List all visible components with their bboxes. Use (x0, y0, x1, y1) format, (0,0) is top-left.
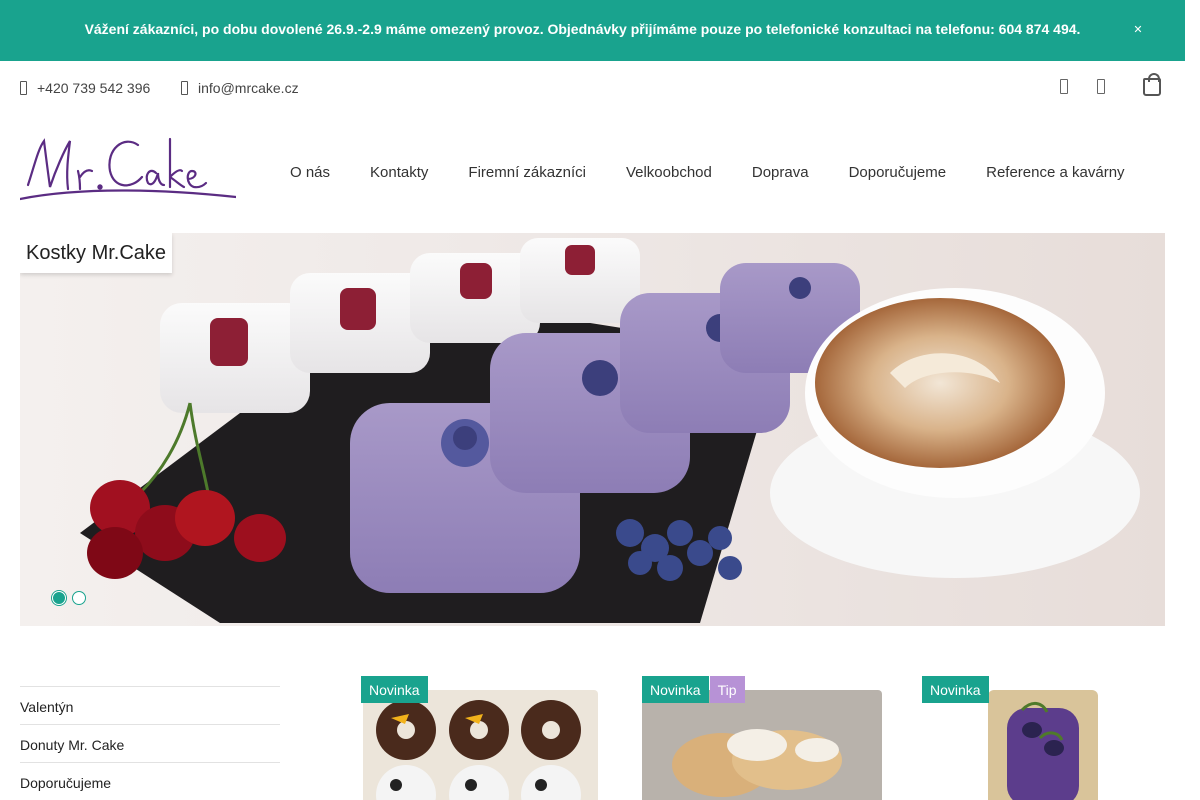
slider-dot-1[interactable] (52, 591, 66, 605)
badge-tip: Tip (709, 676, 745, 703)
slider-dots (52, 591, 86, 605)
email-address[interactable]: info@mrcake.cz (198, 80, 299, 96)
notice-bar: Vážení zákazníci, po dobu dovolené 26.9.… (0, 0, 1185, 61)
nav-item-kontakty[interactable]: Kontakty (370, 164, 428, 181)
slider-dot-2[interactable] (72, 591, 86, 605)
main-nav: O nás Kontakty Firemní zákazníci Velkoob… (290, 164, 1125, 181)
phone-icon (20, 81, 27, 95)
product-card[interactable]: Novinka Tip (642, 676, 887, 800)
product-card[interactable]: Novinka (922, 676, 1167, 800)
email-contact[interactable]: info@mrcake.cz (181, 80, 299, 96)
product-image[interactable] (361, 690, 606, 800)
product-badges: Novinka (361, 676, 428, 703)
badge-new: Novinka (642, 676, 709, 703)
phone-contact[interactable]: +420 739 542 396 (20, 80, 150, 96)
sidebar-item-doporucujeme[interactable]: Doporučujeme (20, 762, 280, 800)
header: O nás Kontakty Firemní zákazníci Velkoob… (0, 113, 1185, 233)
notice-text: Vážení zákazníci, po dobu dovolené 26.9.… (84, 21, 1081, 37)
badge-new: Novinka (922, 676, 989, 703)
logo[interactable] (20, 127, 236, 207)
hero-image (80, 238, 1140, 623)
nav-item-velkoobchod[interactable]: Velkoobchod (626, 164, 712, 181)
top-icons (1031, 73, 1161, 96)
nav-item-reference[interactable]: Reference a kavárny (986, 164, 1124, 181)
nav-item-doprava[interactable]: Doprava (752, 164, 809, 181)
phone-number[interactable]: +420 739 542 396 (37, 80, 150, 96)
hero-slider[interactable]: Kostky Mr.Cake (20, 233, 1165, 626)
cart-icon[interactable] (1143, 73, 1161, 96)
mail-icon (181, 81, 188, 95)
nav-item-doporucujeme[interactable]: Doporučujeme (849, 164, 947, 181)
user-icon[interactable] (1060, 78, 1068, 94)
product-badges: Novinka (922, 676, 989, 703)
sidebar-item-donuty[interactable]: Donuty Mr. Cake (20, 724, 280, 762)
close-icon[interactable]: ✕ (1131, 22, 1145, 38)
product-badges: Novinka Tip (642, 676, 745, 703)
category-sidebar: Valentýn Donuty Mr. Cake Doporučujeme (20, 686, 280, 800)
hero-title[interactable]: Kostky Mr.Cake (20, 233, 173, 273)
product-image[interactable] (642, 690, 887, 800)
search-icon[interactable] (1097, 78, 1105, 94)
sidebar-item-valentyn[interactable]: Valentýn (20, 686, 280, 724)
product-image[interactable] (922, 690, 1167, 800)
product-card[interactable]: Novinka (361, 676, 606, 800)
nav-item-firemni-zakaznici[interactable]: Firemní zákazníci (468, 164, 586, 181)
nav-item-o-nas[interactable]: O nás (290, 164, 330, 181)
badge-new: Novinka (361, 676, 428, 703)
top-bar: +420 739 542 396 info@mrcake.cz (0, 61, 1185, 113)
